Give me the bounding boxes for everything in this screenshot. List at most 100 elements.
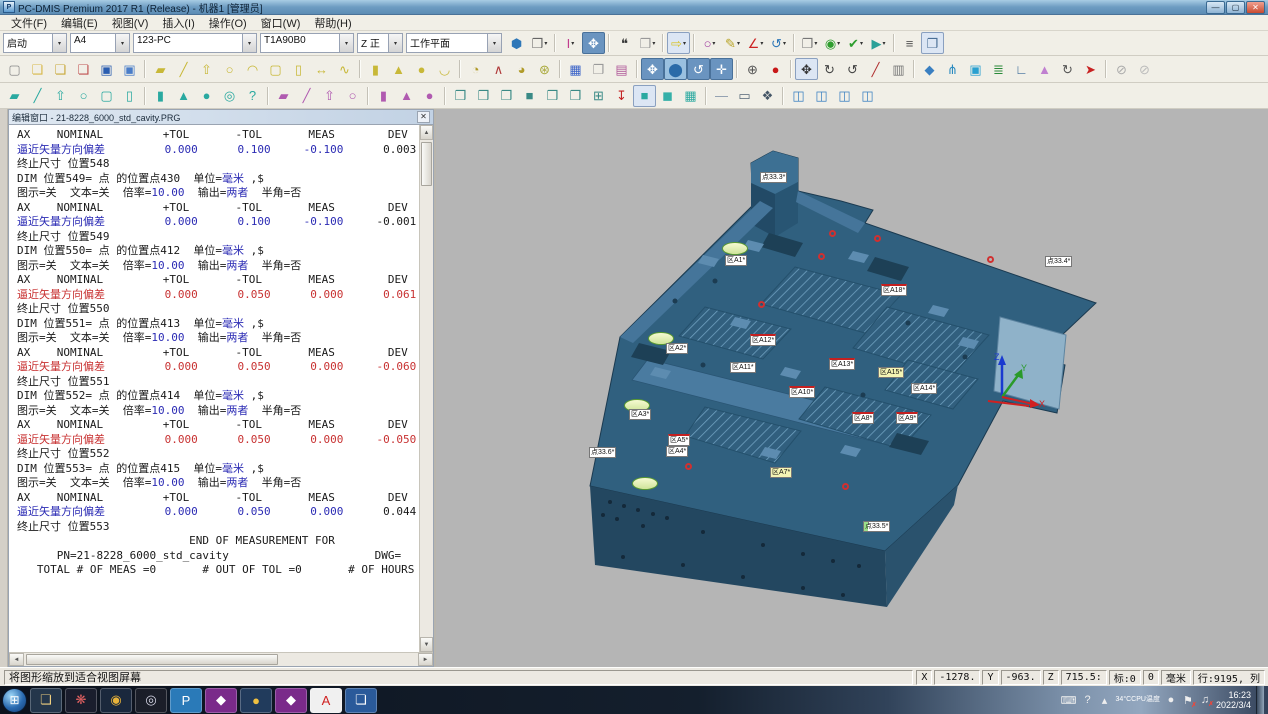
editor-line[interactable]: 图示=关 文本=关 倍率=10.00 输出=两者 半角=否	[17, 186, 419, 201]
rotate-select-icon[interactable]: ↻	[1056, 58, 1079, 80]
mode-combo[interactable]: 启动▾	[3, 33, 67, 53]
workplane-combo-arrow-icon[interactable]: ▾	[487, 34, 501, 52]
circle-scan-icon[interactable]: ◔	[464, 58, 487, 80]
mesh-scan-icon[interactable]: ⊛	[533, 58, 556, 80]
axis-combo[interactable]: Z 正▾	[357, 33, 403, 53]
probe-file-combo[interactable]: A4▾	[70, 33, 130, 53]
execute-mode-icon[interactable]: ◉▾	[821, 32, 844, 54]
program-combo-arrow-icon[interactable]: ▾	[242, 34, 256, 52]
cone-feature-icon[interactable]: ▲	[387, 58, 410, 80]
dropdown-caret-icon[interactable]: ▾	[860, 40, 863, 47]
machine-table-icon[interactable]: ▥	[887, 58, 910, 80]
editor-line[interactable]: AX NOMINAL +TOL -TOL MEAS DEV	[17, 201, 419, 216]
volume-muted-icon[interactable]: ♫✗	[1199, 694, 1211, 706]
ellipse-feature-icon[interactable]: ◠	[241, 58, 264, 80]
help-icon[interactable]: ?	[1082, 694, 1094, 706]
balloon-app-icon[interactable]: ●	[240, 688, 272, 713]
show-desktop-button[interactable]	[1256, 686, 1264, 714]
design-app-icon[interactable]: ❋	[65, 688, 97, 713]
editor-line[interactable]: DIM 位置552= 点 的位置点414 单位=毫米 ,$	[17, 389, 419, 404]
sphere-feature-icon[interactable]: ●	[410, 58, 433, 80]
line-dimension-icon[interactable]: ✎▾	[721, 32, 744, 54]
circle-dimension-icon[interactable]: ○▾	[698, 32, 721, 54]
feature-label[interactable]: 区A12*	[750, 334, 776, 346]
report-folder-icon[interactable]: ❐	[587, 58, 610, 80]
feature-label[interactable]: 区A3*	[629, 409, 651, 420]
measured-point-icon[interactable]: ▰	[272, 85, 295, 107]
layout-4-icon[interactable]: ◫	[856, 85, 879, 107]
scroll-up-icon[interactable]: ▲	[420, 125, 433, 140]
minimize-button[interactable]: —	[1206, 1, 1225, 14]
probe-toggle-icon[interactable]: ⬢	[505, 32, 528, 54]
save-icon[interactable]: ▣	[95, 58, 118, 80]
tray-expand-icon[interactable]: ▴	[1099, 694, 1111, 707]
grid-view-icon[interactable]: ▦	[679, 85, 702, 107]
probe-stylus-icon[interactable]: ╱	[864, 58, 887, 80]
axis-combo-arrow-icon[interactable]: ▾	[388, 34, 402, 52]
dropdown-caret-icon[interactable]: ▾	[837, 40, 840, 47]
feature-label[interactable]: 区A4*	[666, 446, 688, 457]
line-feature-icon[interactable]: ╱	[172, 58, 195, 80]
editor-line[interactable]: 逼近矢量方向偏差 0.000 0.050 0.000 0.061	[17, 288, 419, 303]
editor-line[interactable]: PN=21-8228_6000_std_cavity DWG=	[17, 549, 419, 564]
auto-cone-icon[interactable]: ▲	[172, 85, 195, 107]
color-grid-icon[interactable]: ▦	[564, 58, 587, 80]
taskbar-clock[interactable]: 16:23 2022/3/4	[1216, 690, 1251, 710]
vertical-scroll-thumb[interactable]	[421, 142, 432, 186]
menu-item-3[interactable]: 视图(V)	[105, 15, 156, 30]
editor-line[interactable]: DIM 位置549= 点 的位置点430 单位=毫米 ,$	[17, 172, 419, 187]
square-slot-icon[interactable]: ▯	[287, 58, 310, 80]
feature-label[interactable]: 点33.4*	[1045, 256, 1072, 267]
measurement-report-text[interactable]: AX NOMINAL +TOL -TOL MEAS DEV逼近矢量方向偏差 0.…	[9, 125, 419, 652]
chrome-icon[interactable]: ◉	[100, 688, 132, 713]
editor-line[interactable]: END OF MEASUREMENT FOR	[17, 534, 419, 549]
editor-line[interactable]: 终止尺寸 位置550	[17, 302, 419, 317]
p-app-icon[interactable]: P	[170, 688, 202, 713]
program-combo[interactable]: 123-PC▾	[133, 33, 257, 53]
dropdown-caret-icon[interactable]: ▾	[882, 40, 885, 47]
feature-label[interactable]: 区A10*	[789, 386, 815, 398]
new-program-icon[interactable]: ▢	[3, 58, 26, 80]
dropdown-caret-icon[interactable]: ▾	[712, 40, 715, 47]
snapshot-icon[interactable]: ▣	[964, 58, 987, 80]
disabled-probe-icon[interactable]: ⊘	[1110, 58, 1133, 80]
editor-line[interactable]: 逼近矢量方向偏差 0.000 0.100 -0.100 -0.001	[17, 215, 419, 230]
editor-line[interactable]: DIM 位置551= 点 的位置点413 单位=毫米 ,$	[17, 317, 419, 332]
auto-line-icon[interactable]: ╱	[26, 85, 49, 107]
blue-window-app-icon[interactable]: ❏	[345, 688, 377, 713]
import-program-icon[interactable]: ❏	[49, 58, 72, 80]
wireframe-cube-icon[interactable]: ❒▾	[636, 32, 659, 54]
dropdown-caret-icon[interactable]: ▾	[544, 40, 547, 47]
angle-dimension-icon[interactable]: ∠▾	[744, 32, 767, 54]
view-iso-icon[interactable]: ⊞	[587, 85, 610, 107]
editor-line[interactable]: 终止尺寸 位置548	[17, 157, 419, 172]
solid-view-small-icon[interactable]: ◼	[656, 85, 679, 107]
program-pages-icon[interactable]: ❐▾	[798, 32, 821, 54]
run-icon[interactable]: ▶▾	[867, 32, 890, 54]
editor-line[interactable]: AX NOMINAL +TOL -TOL MEAS DEV	[17, 418, 419, 433]
editor-line[interactable]: 图示=关 文本=关 倍率=10.00 输出=两者 半角=否	[17, 259, 419, 274]
axes-icon[interactable]: ∟	[1010, 58, 1033, 80]
patch-scan-icon[interactable]: ∧	[487, 58, 510, 80]
editor-line[interactable]: 图示=关 文本=关 倍率=10.00 输出=两者 半角=否	[17, 331, 419, 346]
close-program-icon[interactable]: ❏	[72, 58, 95, 80]
auto-plane-icon[interactable]: ⇧	[49, 85, 72, 107]
pointer-mode-icon[interactable]: ⇨▾	[667, 32, 690, 54]
feature-label[interactable]: 区A11*	[730, 362, 756, 373]
editor-line[interactable]: 终止尺寸 位置551	[17, 375, 419, 390]
horizontal-scrollbar[interactable]: ◄ ►	[9, 652, 433, 666]
menu-item-1[interactable]: 文件(F)	[4, 15, 54, 30]
alignment-rotate-icon[interactable]: ↺▾	[767, 32, 790, 54]
line-tool-icon[interactable]: ―	[710, 85, 733, 107]
workplane-combo[interactable]: 工作平面▾	[406, 33, 502, 53]
close-button[interactable]: ✕	[1246, 1, 1265, 14]
layers-icon[interactable]: ≣	[987, 58, 1010, 80]
feature-label[interactable]: 点33.5*	[863, 521, 890, 532]
probe-tip-combo[interactable]: T1A90B0▾	[260, 33, 354, 53]
feature-label[interactable]: 区A9*	[896, 412, 918, 424]
red-sphere-icon[interactable]: ●	[764, 58, 787, 80]
menu-item-2[interactable]: 编辑(E)	[54, 15, 105, 30]
menu-item-5[interactable]: 操作(O)	[202, 15, 254, 30]
title-bar[interactable]: P PC-DMIS Premium 2017 R1 (Release) - 机器…	[0, 0, 1268, 15]
editor-line[interactable]: TOTAL # OF MEAS =0 # OUT OF TOL =0 # OF …	[17, 563, 419, 578]
